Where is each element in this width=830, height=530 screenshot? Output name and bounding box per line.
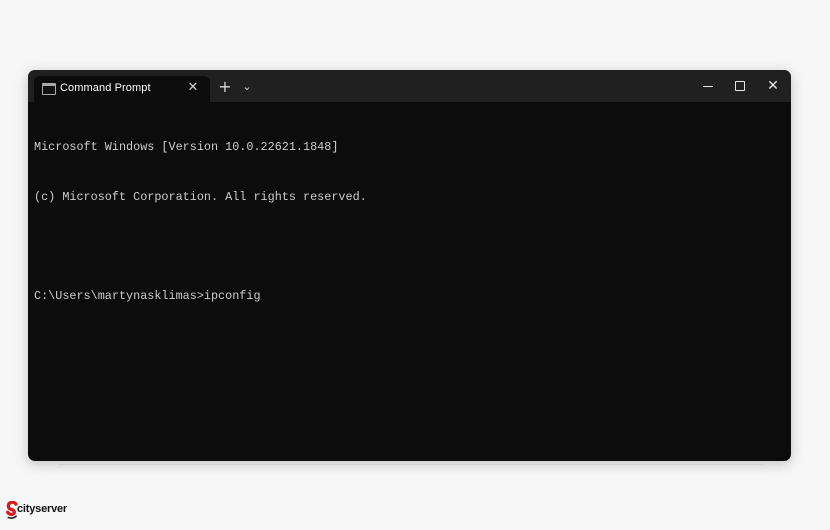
tab-dropdown-button[interactable]: ⌄ [238,78,256,96]
new-tab-button[interactable]: + [216,78,234,96]
window-shadow-line [58,464,763,465]
maximize-icon [735,81,745,91]
maximize-button[interactable] [727,75,753,97]
terminal-line-version: Microsoft Windows [Version 10.0.22621.18… [34,140,339,154]
tab-close-icon[interactable]: ✕ [184,79,202,97]
terminal-line-copyright: (c) Microsoft Corporation. All rights re… [34,189,367,204]
minimize-button[interactable] [695,75,721,97]
close-window-button[interactable]: ✕ [760,75,786,97]
command-prompt-tab[interactable]: Command Prompt ✕ [34,76,210,102]
title-bar[interactable]: Command Prompt ✕ + ⌄ ✕ [28,70,791,102]
cityserver-logo-text: cityserver [17,503,67,515]
terminal-line-command: C:\Users\martynasklimas>ipconfig [34,288,261,303]
command-prompt-window[interactable]: Command Prompt ✕ + ⌄ ✕ Microsoft Windows… [28,70,791,461]
terminal-icon [42,83,56,95]
tab-title: Command Prompt [60,82,151,94]
terminal-output[interactable]: Microsoft Windows [Version 10.0.22621.18… [34,106,774,446]
minimize-icon [703,86,713,87]
cityserver-logo: cityserver [6,500,67,522]
